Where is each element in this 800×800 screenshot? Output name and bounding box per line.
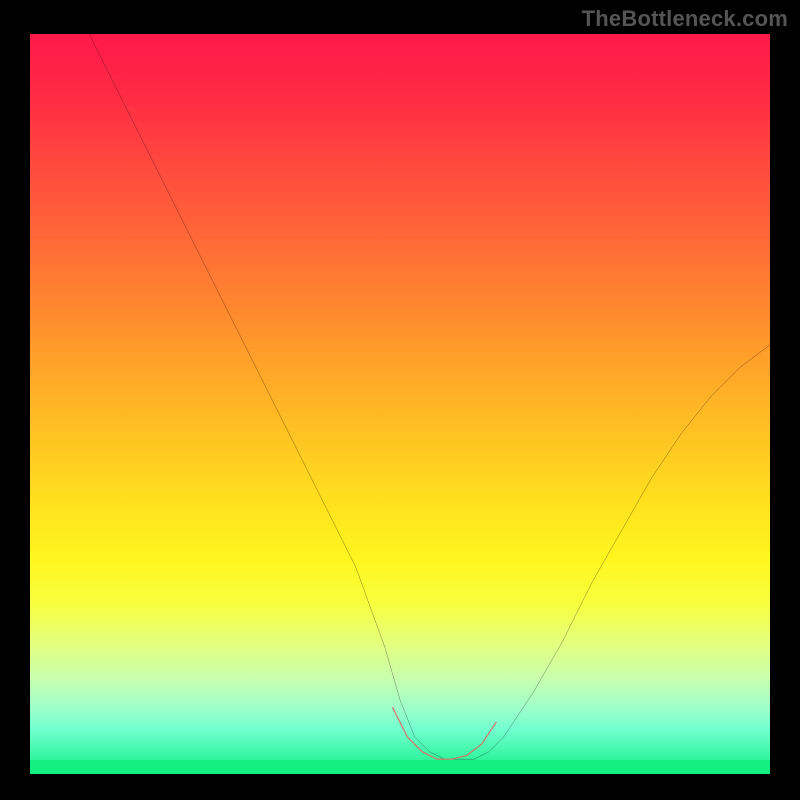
chart-frame: TheBottleneck.com [0, 0, 800, 800]
chart-svg [30, 34, 770, 774]
flat-zone-highlight-path [393, 707, 497, 759]
plot-area [30, 34, 770, 774]
watermark-text: TheBottleneck.com [582, 6, 788, 32]
bottleneck-curve-path [89, 34, 770, 759]
